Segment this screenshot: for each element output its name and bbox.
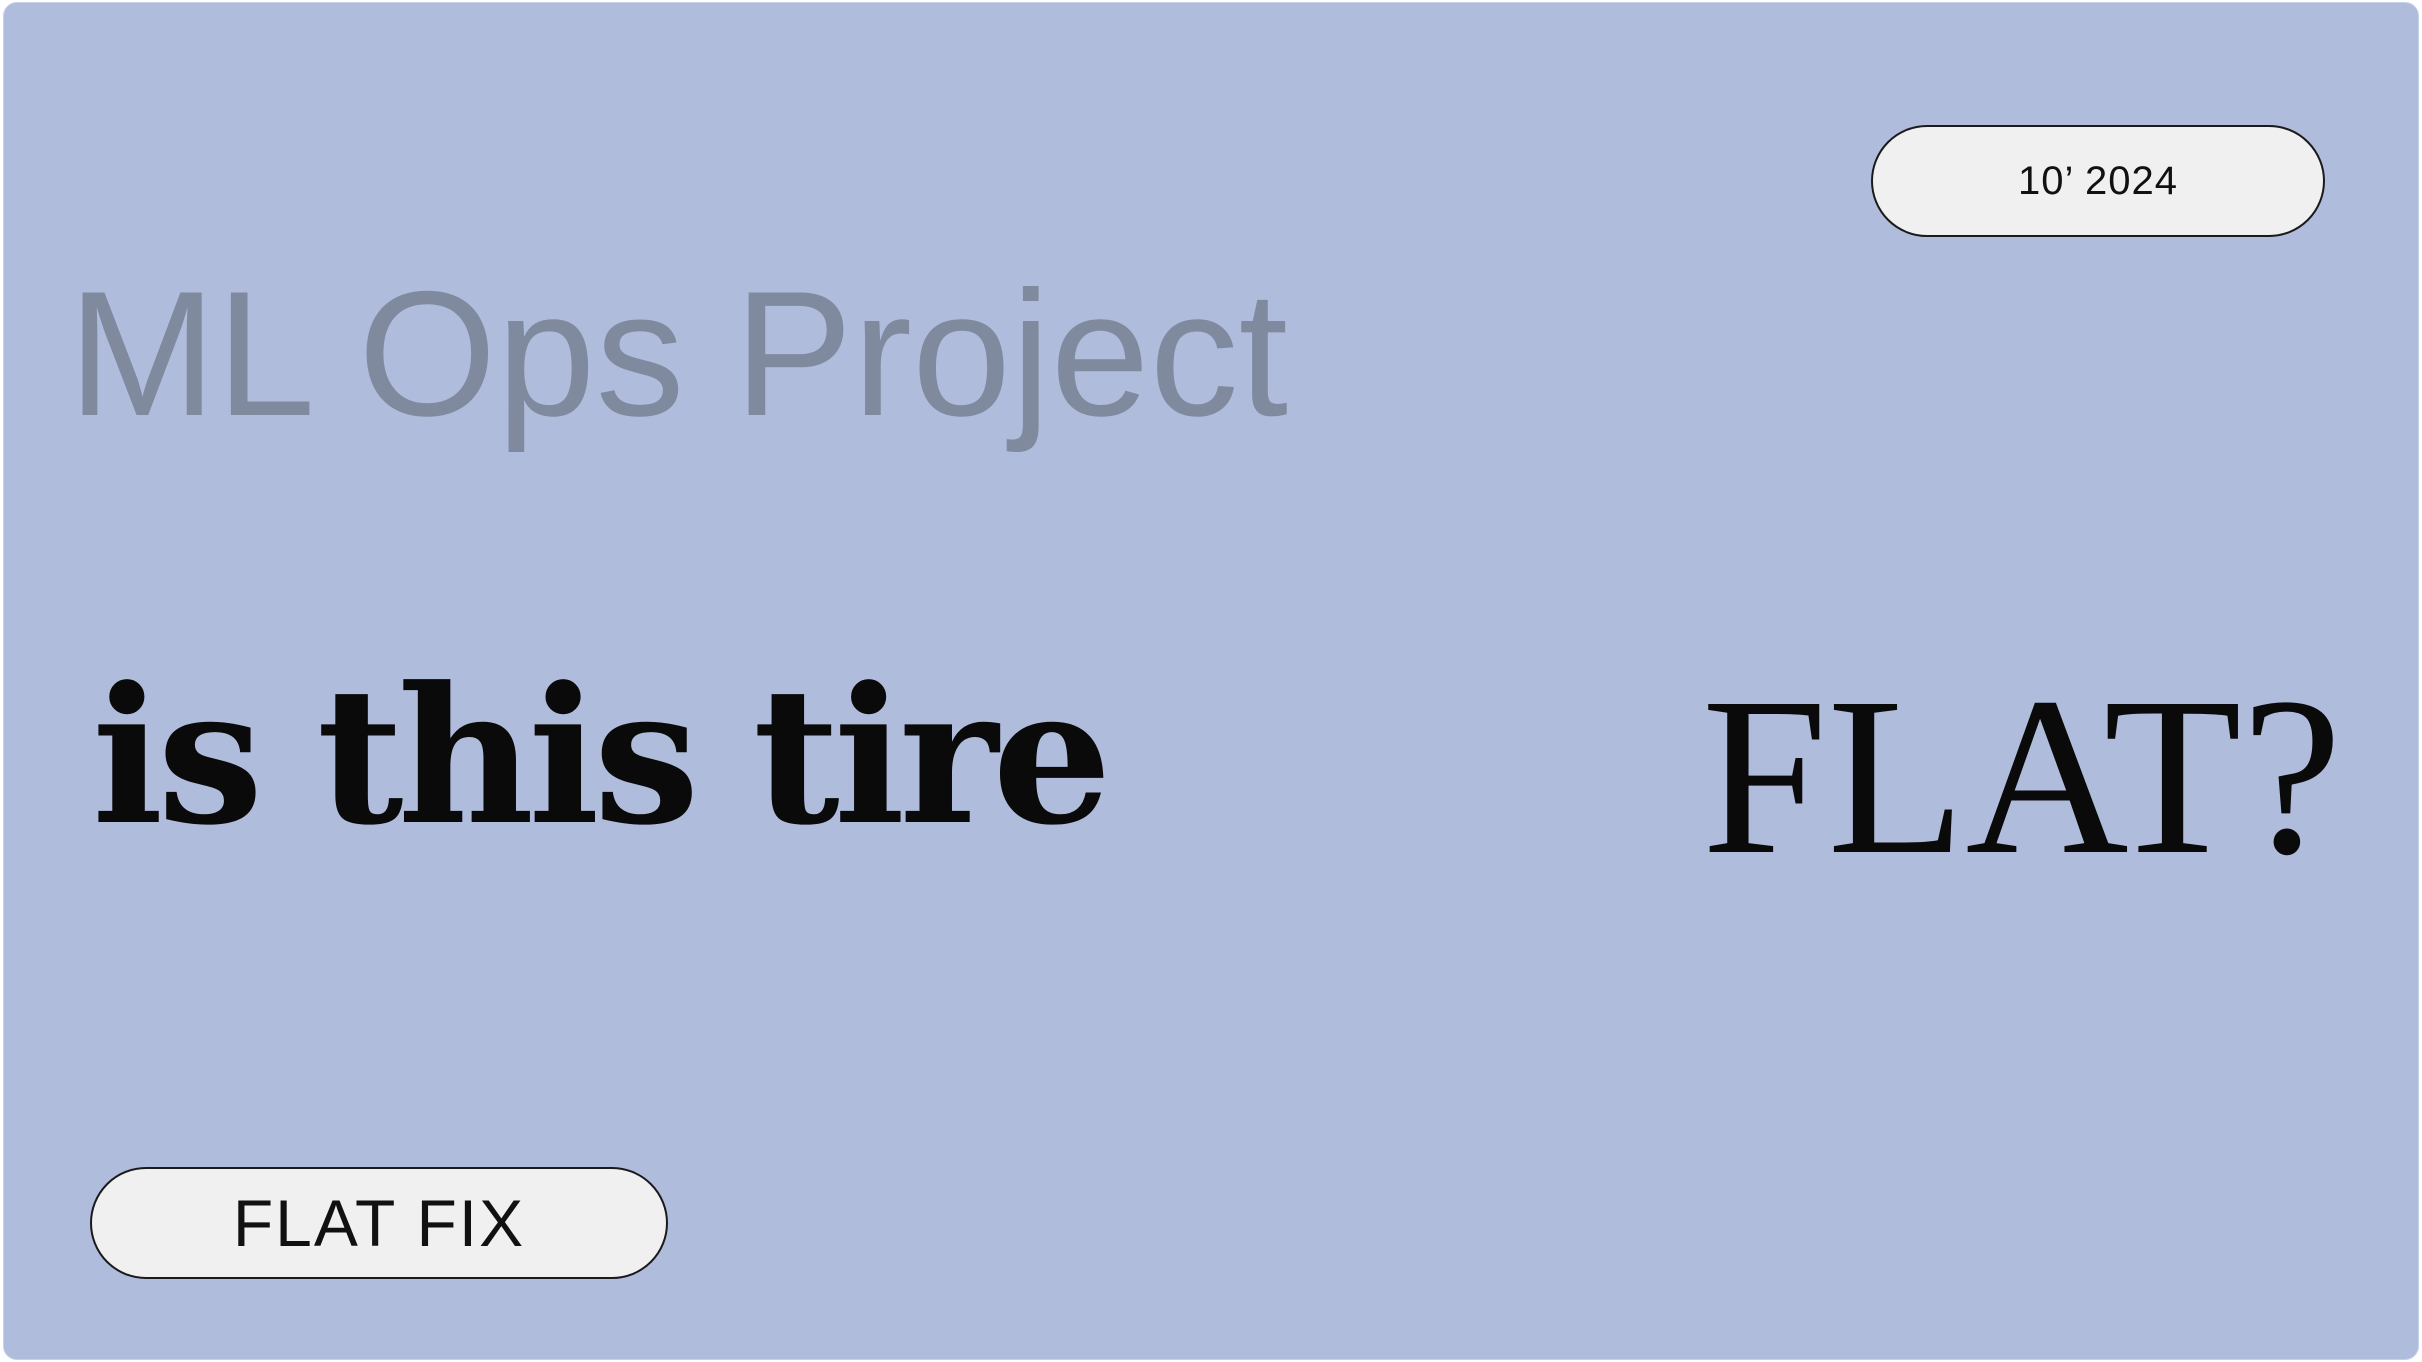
tag-label: FLAT FIX (232, 1186, 526, 1260)
tag-badge: FLAT FIX (90, 1167, 668, 1279)
date-label: 10’ 2024 (2018, 158, 2178, 203)
slide-canvas: 10’ 2024 ML Ops Project is this tire FLA… (3, 2, 2419, 1360)
emphasis-text: FLAT? (1701, 651, 2342, 901)
date-badge: 10’ 2024 (1871, 125, 2325, 237)
question-text: is this tire (92, 646, 1112, 867)
project-title: ML Ops Project (68, 254, 1289, 453)
